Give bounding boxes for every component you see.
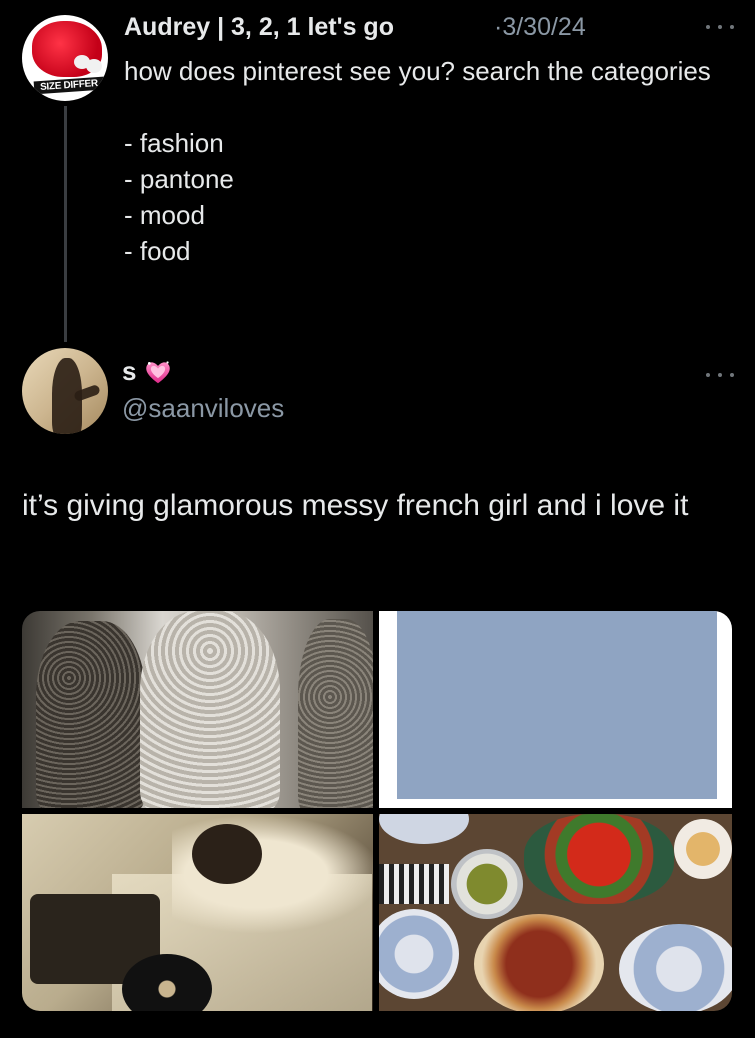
vinyl-mood-image[interactable] (22, 814, 373, 1011)
dress-shape (140, 611, 280, 808)
sparkling-heart-icon (146, 360, 171, 383)
tweet-text: it’s giving glamorous messy french girl … (22, 489, 689, 522)
pantone-swatch-image[interactable] (379, 611, 732, 808)
food-table-image[interactable] (379, 814, 732, 1011)
hair-shape (192, 824, 262, 884)
avatar[interactable]: SIZE DIFFER (22, 15, 108, 101)
tomato-salad-shape (524, 814, 674, 904)
napkin-shape (379, 864, 449, 904)
dip-bowl-shape (674, 819, 732, 879)
pizza-shape (474, 914, 604, 1011)
more-horizontal-icon[interactable] (706, 370, 734, 380)
date-value: 3/30/24 (502, 13, 586, 41)
author-handle[interactable]: @saanviloves (122, 393, 284, 424)
tweet-text: how does pinterest see you? search the c… (124, 56, 711, 266)
plate-shape (379, 814, 469, 844)
more-horizontal-icon[interactable] (706, 22, 734, 32)
plate-shape (379, 909, 459, 999)
author-name-row[interactable]: s (122, 356, 172, 387)
avatar[interactable] (22, 348, 108, 434)
tweet-date[interactable]: ·3/30/24 (494, 13, 586, 42)
dress-shape (36, 621, 146, 808)
author-name[interactable]: Audrey | 3, 2, 1 let's go (124, 13, 394, 42)
olive-bowl-shape (451, 849, 523, 919)
pantone-swatch (397, 611, 717, 799)
avatar-eye (86, 59, 102, 73)
media-grid[interactable] (22, 611, 732, 1011)
sequin-dresses-image[interactable] (22, 611, 373, 808)
avatar-banner-text: SIZE DIFFER (33, 76, 105, 95)
thread-line (64, 106, 67, 342)
dress-shape (298, 619, 373, 808)
plate-shape (619, 924, 732, 1011)
author-name: s (122, 356, 137, 386)
